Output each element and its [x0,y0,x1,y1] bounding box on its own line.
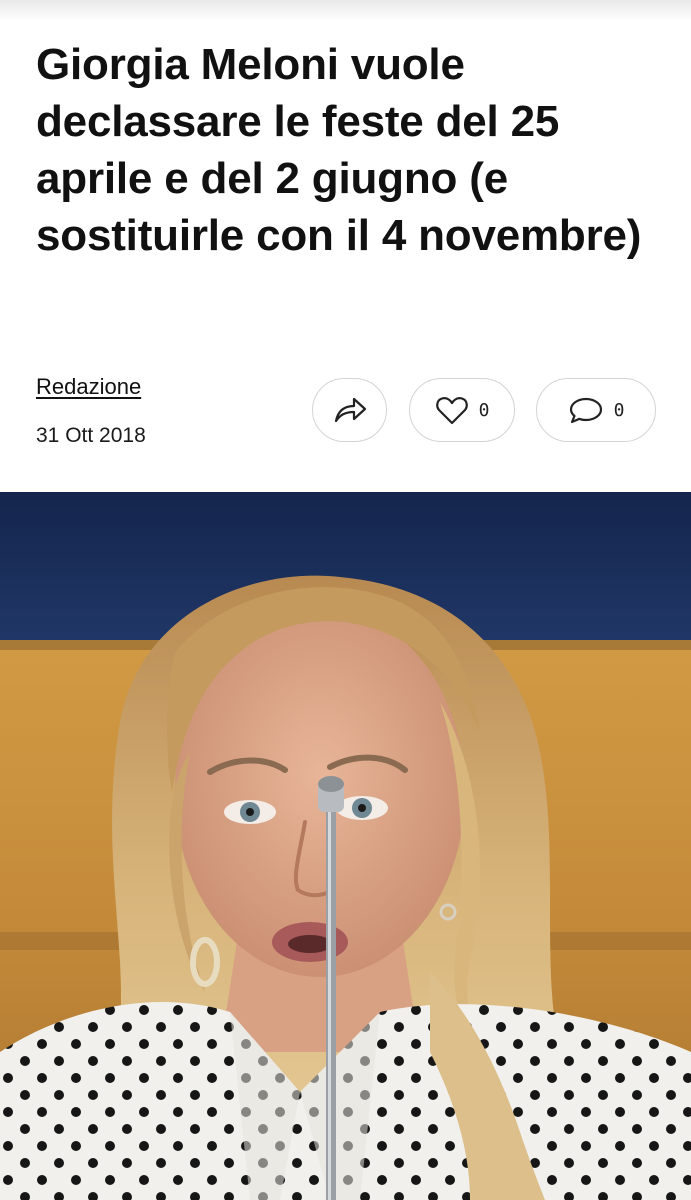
article-photo [0,492,691,1200]
top-edge-shadow [0,0,691,22]
heart-icon [435,395,469,425]
comment-button[interactable]: 0 [536,378,656,442]
share-button[interactable] [312,378,387,442]
article-headline: Giorgia Meloni vuole declassare le feste… [36,40,642,260]
like-count: 0 [478,399,490,421]
publish-date: 31 Ott 2018 [36,424,146,447]
like-button[interactable]: 0 [409,378,515,442]
share-arrow-icon [332,395,368,425]
speech-bubble-icon [568,395,604,425]
comment-count: 0 [613,399,625,421]
author-link[interactable]: Redazione [36,374,141,400]
